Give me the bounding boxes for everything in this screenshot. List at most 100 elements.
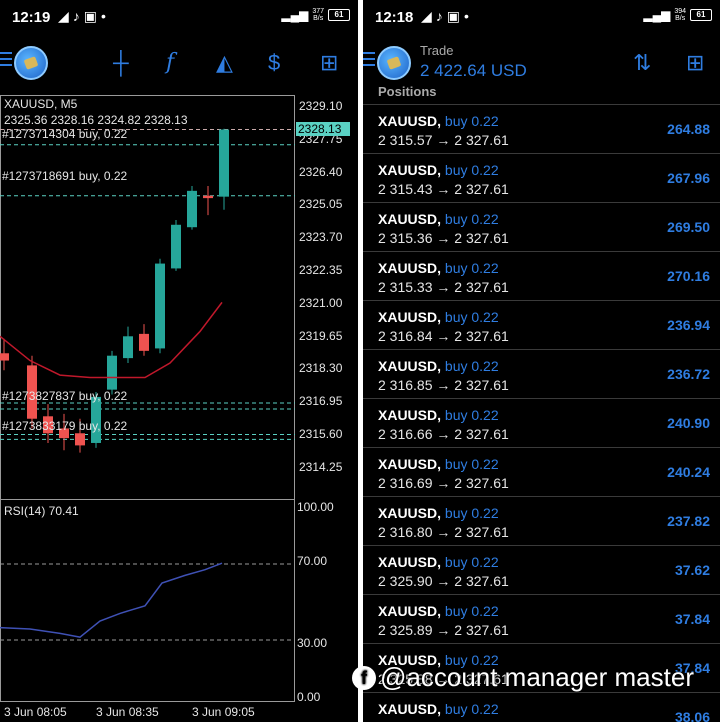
position-row[interactable]: XAUUSD, buy 0.22 2 316.80 → 2 327.61 237.8… [363,496,720,545]
position-prices: 2 325.89 → 2 327.61 [378,622,509,638]
trade-screen: 12:18 ◢♪▣• ▂▄▆ 394 B/s 61 ⇅ ⊞ Trade 2 422… [363,0,720,722]
position-row[interactable]: XAUUSD, buy 0.222 325.93 → 2 327.6138.06 [363,692,720,722]
position-symbol: XAUUSD, buy 0.22 [378,603,499,619]
position-prices: 2 316.69 → 2 327.61 [378,475,509,491]
position-row[interactable]: XAUUSD, buy 0.22 2 325.89 → 2 327.61 37.84 [363,594,720,643]
time-label: 3 Jun 08:35 [96,705,159,719]
position-symbol: XAUUSD, buy 0.22 [378,554,499,570]
position-direction: buy 0.22 [444,309,499,325]
position-direction: buy 0.22 [444,554,499,570]
chart-screen: 12:19 ◢♪▣• ▂▄▆ 377 B/s 61 ┼ f ◭ $ ⊞ XAUUS… [0,0,358,722]
rsi-label: RSI(14) 70.41 [4,504,79,518]
candle-body [123,336,133,359]
time-label: 3 Jun 08:05 [4,705,67,719]
candle-body [75,433,85,446]
price-tick: 2319.65 [299,328,343,343]
candle-body [203,195,213,199]
position-profit: 237.82 [667,513,710,529]
position-row[interactable]: XAUUSD, buy 0.22 2 316.69 → 2 327.61 240.2… [363,447,720,496]
chart-ohlc: 2325.36 2328.16 2324.82 2328.13 [4,113,188,127]
position-direction: buy 0.22 [444,113,499,129]
candle-body [107,355,117,390]
order-line-label: #1273833179 buy, 0.22 [2,419,128,433]
notification-icons: ◢♪▣• [421,8,473,24]
candle-body [187,190,197,228]
candle-body [171,224,181,269]
position-row[interactable]: XAUUSD, buy 0.22 2 316.66 → 2 327.61 240.9… [363,398,720,447]
position-prices: 2 325.90 → 2 327.61 [378,573,509,589]
position-profit: 240.90 [667,415,710,431]
position-direction: buy 0.22 [444,162,499,178]
candle-body [139,333,149,351]
price-tick: 2315.60 [299,427,343,441]
new-order-icon[interactable]: ⊞ [686,50,704,76]
price-tick: 2326.40 [299,164,343,179]
position-row[interactable]: XAUUSD, buy 0.22 2 325.90 → 2 327.61 37.62 [363,545,720,594]
positions-header: Positions [378,84,437,99]
app-logo [377,46,411,80]
position-prices: 2 315.43 → 2 327.61 [378,181,509,197]
position-symbol: XAUUSD, buy 0.22 [378,211,499,227]
price-tick: 2321.00 [299,295,343,310]
position-direction: buy 0.22 [444,260,499,276]
position-row[interactable]: XAUUSD, buy 0.22 2 315.43 → 2 327.61 267.9… [363,153,720,202]
position-symbol: XAUUSD, buy 0.22 [378,505,499,521]
position-row[interactable]: XAUUSD, buy 0.22 2 316.85 → 2 327.61 236.7… [363,349,720,398]
position-profit: 236.72 [667,366,710,382]
trade-toolbar: ⇅ ⊞ [363,40,720,88]
order-line-label: #1273714304 buy, 0.22 [2,127,128,141]
status-bar: 12:18 ◢♪▣• ▂▄▆ 394 B/s 61 [363,0,720,36]
position-symbol: XAUUSD, buy 0.22 [378,407,499,423]
rsi-tick: 30.00 [297,636,328,650]
watermark: f @account manager master [352,662,694,693]
position-profit: 37.62 [674,562,710,578]
balance: 2 422.64 USD [420,61,527,80]
price-tick: 2318.30 [299,361,343,376]
signal-icon: ▂▄▆ [643,8,671,22]
position-direction: buy 0.22 [444,211,499,227]
candle-body [0,353,9,361]
position-direction: buy 0.22 [444,603,499,619]
order-line-label: #1273827837 buy, 0.22 [2,389,128,403]
position-profit: 270.16 [667,268,710,284]
position-profit: 38.06 [674,709,710,722]
position-prices: 2 315.36 → 2 327.61 [378,230,509,246]
price-tick: 2322.35 [299,263,343,277]
position-prices: 2 316.84 → 2 327.61 [378,328,509,344]
position-prices: 2 316.66 → 2 327.61 [378,426,509,442]
candle-body [219,129,229,197]
rsi-tick: 70.00 [297,554,328,568]
facebook-icon: f [352,665,376,690]
price-tick: 2323.70 [299,230,343,245]
status-right: ▂▄▆ 394 B/s 61 [643,8,712,22]
position-symbol: XAUUSD, buy 0.22 [378,260,499,276]
position-direction: buy 0.22 [444,505,499,521]
position-row[interactable]: XAUUSD, buy 0.22 2 316.84 → 2 327.61 236.9… [363,300,720,349]
position-row[interactable]: XAUUSD, buy 0.22 2 315.36 → 2 327.61 269.5… [363,202,720,251]
position-profit: 264.88 [667,121,710,137]
battery-icon: 61 [690,9,712,21]
status-time: 12:18 [375,9,414,26]
position-prices: 2 315.57 → 2 327.61 [378,132,509,148]
position-symbol: XAUUSD, buy 0.22 [378,456,499,472]
menu-icon[interactable] [363,52,375,70]
rsi-line [0,562,223,638]
price-tick: 2314.25 [299,459,343,474]
position-prices: 2 316.85 → 2 327.61 [378,377,509,393]
position-row[interactable]: XAUUSD, buy 0.22 2 315.33 → 2 327.61 270.1… [363,251,720,300]
current-price-tag: 2328.13 [296,122,350,136]
position-direction: buy 0.22 [444,701,499,717]
chart-symbol: XAUUSD, M5 [4,97,78,111]
order-line-label: #1273718691 buy, 0.22 [2,169,128,183]
price-tick: 2329.10 [299,99,343,113]
position-symbol: XAUUSD, buy 0.22 [378,309,499,325]
sort-icon[interactable]: ⇅ [633,50,651,76]
position-direction: buy 0.22 [444,358,499,374]
position-row[interactable]: XAUUSD, buy 0.22 2 315.57 → 2 327.61 264.8… [363,104,720,153]
time-label: 3 Jun 09:05 [192,705,255,719]
network-speed: 394 B/s [674,8,686,22]
price-axis: 2329.10 2327.75 2326.40 2325.05 2323.70 2322.… [297,95,358,500]
position-symbol: XAUUSD, buy 0.22 [378,358,499,374]
price-tick: 2316.95 [299,394,343,409]
candle-body [155,263,165,349]
